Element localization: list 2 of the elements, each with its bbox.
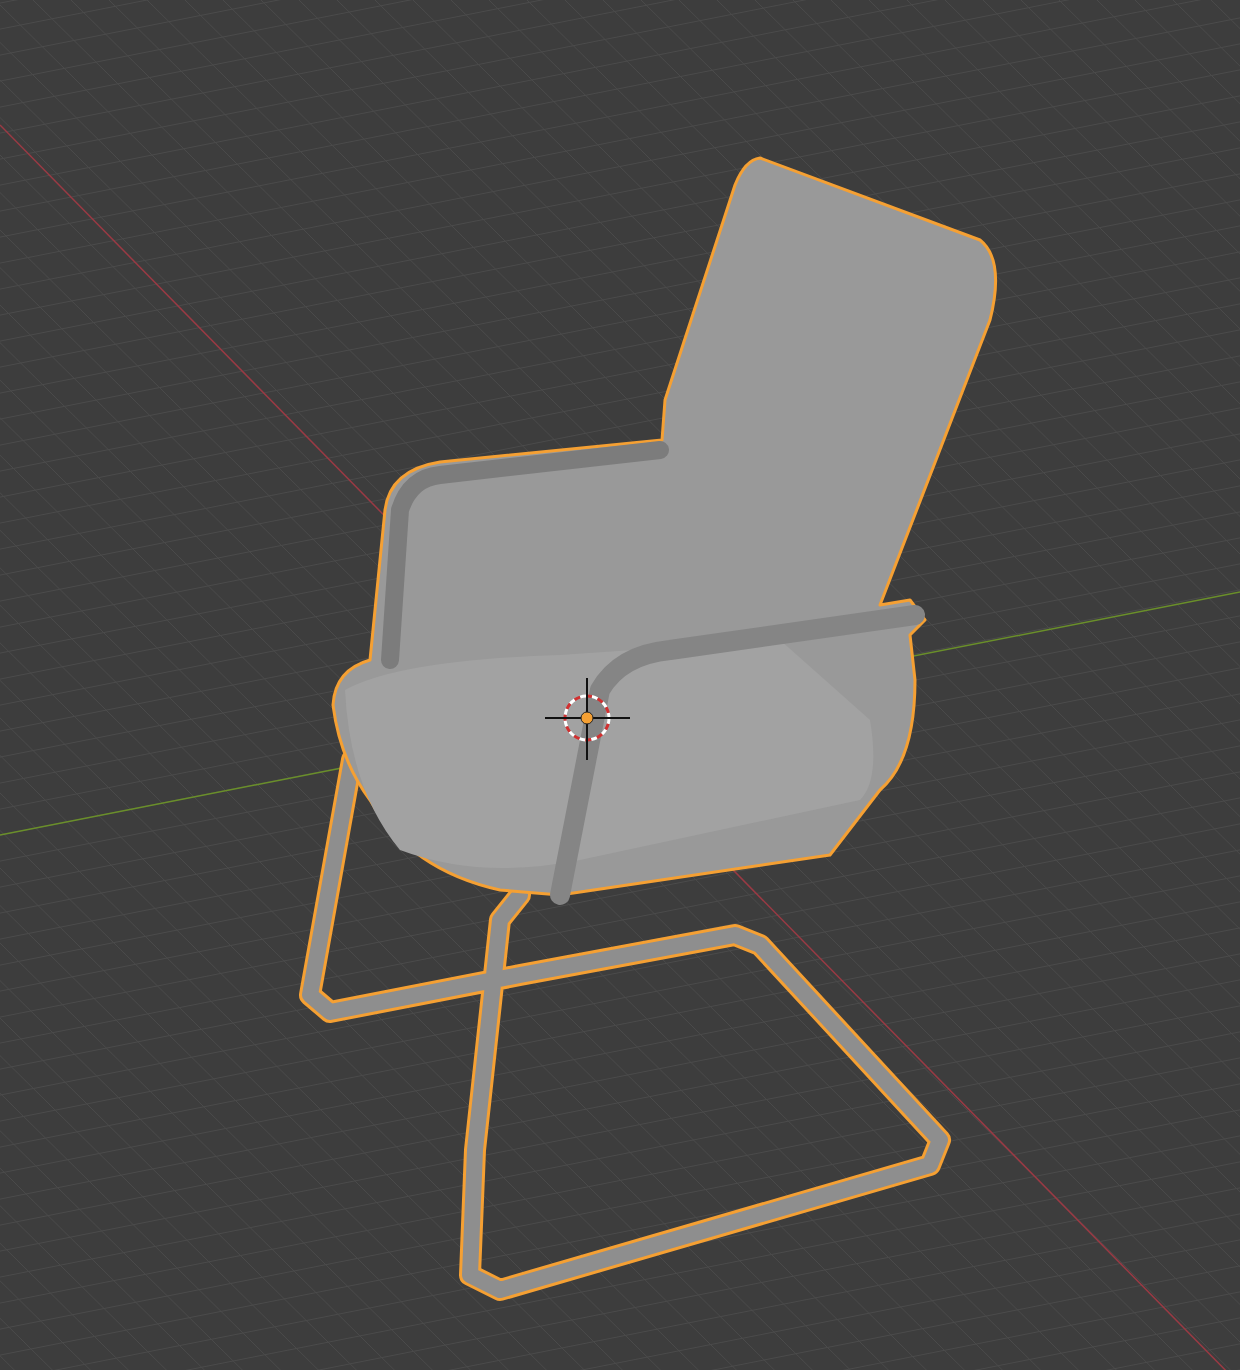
chair-drawing[interactable]	[299, 156, 998, 1301]
cursor-crosshair-icon[interactable]	[544, 677, 631, 761]
